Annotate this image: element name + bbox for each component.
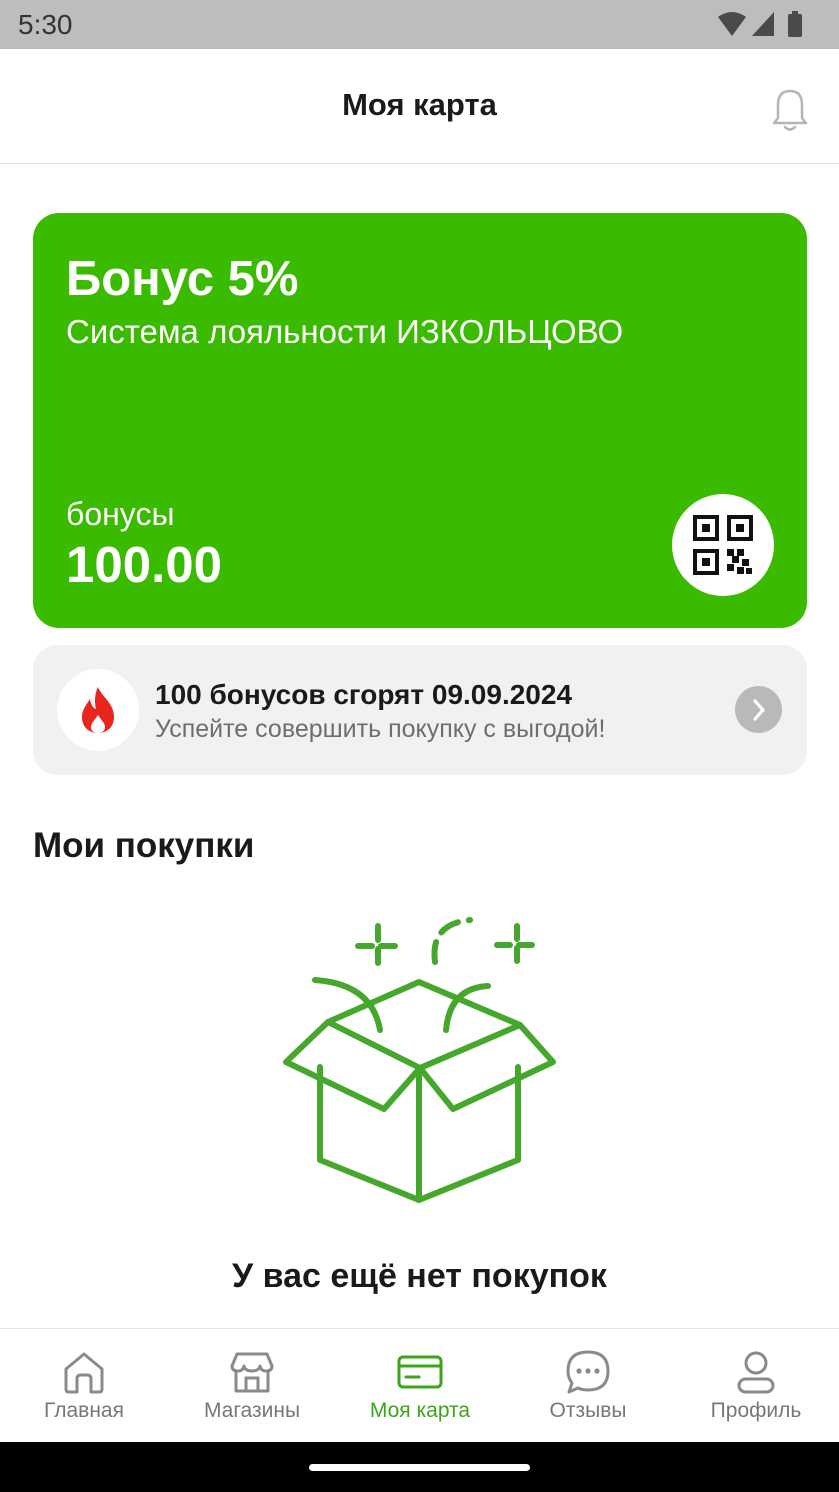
notifications-button[interactable] xyxy=(766,83,814,133)
nav-item-profile[interactable]: Профиль xyxy=(672,1329,839,1443)
page-title: Моя карта xyxy=(342,87,497,122)
nav-item-home[interactable]: Главная xyxy=(0,1329,168,1443)
bonus-expiry-banner[interactable]: 100 бонусов сгорят 09.09.2024 Успейте со… xyxy=(33,645,807,775)
chevron-right-icon xyxy=(753,699,765,721)
nav-item-reviews[interactable]: Отзывы xyxy=(504,1329,672,1443)
nav-item-my-card[interactable]: Моя карта xyxy=(336,1329,504,1443)
system-gesture-bar xyxy=(0,1442,839,1492)
bonus-label: бонусы xyxy=(66,496,175,532)
wifi-icon xyxy=(718,12,746,36)
app-header: Моя карта xyxy=(0,49,839,164)
purchases-section-title: Мои покупки xyxy=(33,826,255,865)
expiry-title: 100 бонусов сгорят 09.09.2024 xyxy=(155,679,573,710)
card-icon xyxy=(397,1355,443,1389)
home-icon xyxy=(64,1352,104,1394)
nav-label: Профиль xyxy=(710,1399,802,1422)
card-subtitle: Система лояльности ИЗКОЛЬЦОВО xyxy=(66,313,624,350)
bonus-balance: 100.00 xyxy=(66,536,222,593)
open-box-illustration xyxy=(283,917,556,1203)
chat-icon xyxy=(566,1350,610,1394)
status-icons xyxy=(718,11,802,37)
store-icon xyxy=(230,1352,274,1393)
profile-icon xyxy=(737,1351,775,1394)
home-gesture-handle[interactable] xyxy=(309,1464,530,1471)
fire-icon xyxy=(82,687,114,733)
nav-label: Отзывы xyxy=(549,1399,627,1422)
status-time: 5:30 xyxy=(18,9,73,40)
bell-icon xyxy=(772,89,808,131)
card-title: Бонус 5% xyxy=(66,252,299,306)
empty-purchases-message: У вас ещё нет покупок xyxy=(232,1257,607,1295)
status-bar: 5:30 xyxy=(0,0,839,49)
nav-label: Главная xyxy=(44,1399,124,1422)
expiry-details-button[interactable] xyxy=(735,686,782,733)
fire-badge xyxy=(57,669,139,751)
loyalty-card[interactable]: Бонус 5% Система лояльности ИЗКОЛЬЦОВО б… xyxy=(33,213,807,628)
qr-code-button[interactable] xyxy=(672,494,774,596)
expiry-description: Успейте совершить покупку с выгодой! xyxy=(155,715,606,743)
nav-item-stores[interactable]: Магазины xyxy=(168,1329,336,1443)
bottom-navigation: Главная Магазины Моя карта Отзывы Профил… xyxy=(0,1328,839,1442)
signal-icon xyxy=(752,12,774,36)
qr-code-icon xyxy=(693,515,753,575)
nav-label: Моя карта xyxy=(369,1399,471,1422)
nav-label: Магазины xyxy=(203,1399,301,1422)
battery-icon xyxy=(788,11,802,37)
